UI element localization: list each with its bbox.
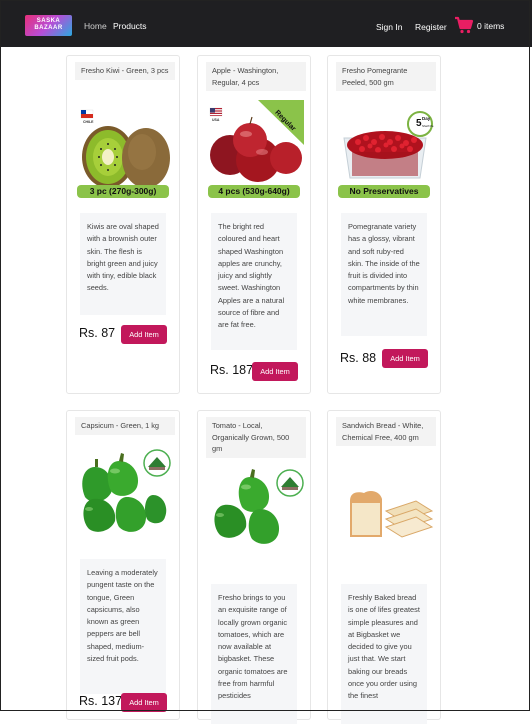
product-title: Fresho Kiwi - Green, 3 pcs bbox=[75, 62, 175, 80]
bread-product-image bbox=[350, 491, 434, 538]
cart-icon[interactable] bbox=[454, 15, 474, 35]
product-title: Fresho Pomegrante Peeled, 500 gm bbox=[336, 62, 436, 92]
product-card-apple: Apple - Washington, Regular, 4 pcs Regul… bbox=[197, 55, 311, 394]
register-link[interactable]: Register bbox=[415, 22, 447, 32]
add-item-button[interactable]: Add Item bbox=[382, 349, 428, 368]
navbar: SASKA BAZAAR Home Products Sign In Regis… bbox=[0, 0, 532, 47]
sign-in-link[interactable]: Sign In bbox=[376, 22, 402, 32]
product-card-capsicum: Capsicum - Green, 1 kg Leaving a moderat… bbox=[66, 410, 180, 720]
product-card-bread: Sandwich Bread - White, Chemical Free, 4… bbox=[327, 410, 441, 724]
product-description: Leaving a moderately pungent taste on th… bbox=[80, 559, 166, 694]
add-item-button[interactable]: Add Item bbox=[252, 362, 298, 381]
brand-logo[interactable]: SASKA BAZAAR bbox=[25, 15, 72, 36]
nav-link-products[interactable]: Products bbox=[113, 21, 147, 31]
product-description: Fresho brings to you an exquisite range … bbox=[211, 584, 297, 724]
product-title: Apple - Washington, Regular, 4 pcs bbox=[206, 62, 306, 92]
logo-text-bottom: BAZAAR bbox=[34, 25, 63, 31]
tomato-product-image bbox=[214, 469, 304, 544]
product-description: Pomegranate variety has a glossy, vibran… bbox=[341, 213, 427, 336]
preservatives-badge: No Preservatives bbox=[338, 185, 430, 198]
nav-link-home[interactable]: Home bbox=[84, 21, 107, 31]
product-price: Rs. 88 bbox=[340, 351, 377, 365]
add-item-button[interactable]: Add Item bbox=[121, 693, 167, 712]
pack-size-badge: 4 pcs (530g-640g) bbox=[208, 185, 300, 198]
flag-label: USA bbox=[212, 118, 220, 122]
add-item-button[interactable]: Add Item bbox=[121, 325, 167, 344]
product-title: Capsicum - Green, 1 kg bbox=[75, 417, 175, 435]
pack-size-badge: 3 pc (270g-300g) bbox=[77, 185, 169, 198]
product-title: Sandwich Bread - White, Chemical Free, 4… bbox=[336, 417, 436, 447]
shelf-life-day: Day bbox=[422, 116, 431, 121]
cart-count[interactable]: 0 items bbox=[477, 21, 504, 31]
flag-label: CHILE bbox=[83, 120, 94, 124]
product-price: Rs. 187 bbox=[210, 363, 254, 377]
logo-text-top: SASKA bbox=[36, 18, 61, 24]
product-title: Tomato - Local, Organically Grown, 500 g… bbox=[206, 417, 306, 458]
shelf-life-text: Shelf life bbox=[422, 124, 434, 128]
product-description: Freshly Baked bread is one of lifes grea… bbox=[341, 584, 427, 724]
product-card-tomato: Tomato - Local, Organically Grown, 500 g… bbox=[197, 410, 311, 724]
product-price: Rs. 137 bbox=[79, 694, 123, 708]
product-description: The bright red coloured and heart shaped… bbox=[211, 213, 297, 350]
product-description: Kiwis are oval shaped with a brownish ou… bbox=[80, 213, 166, 315]
capsicum-product-image bbox=[82, 449, 171, 532]
product-price: Rs. 87 bbox=[79, 326, 116, 340]
product-card-kiwi: Fresho Kiwi - Green, 3 pcs CHILE 3 pc (2… bbox=[66, 55, 180, 394]
product-card-pomegranate: Fresho Pomegrante Peeled, 500 gm 5 Day S… bbox=[327, 55, 441, 394]
